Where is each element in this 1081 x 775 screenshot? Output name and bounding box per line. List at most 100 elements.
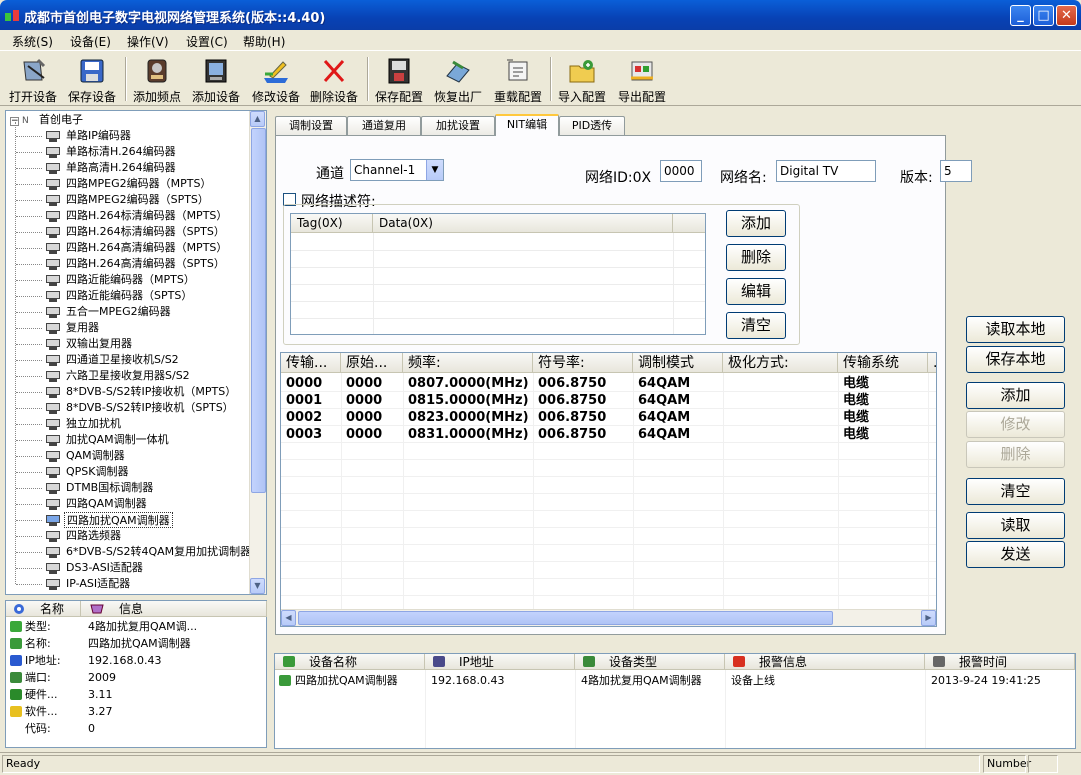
import-config-button[interactable]: 导入配置: [554, 56, 610, 106]
scroll-right-button[interactable]: ▶: [921, 610, 936, 626]
tree-item[interactable]: 复用器: [64, 320, 101, 336]
info-header-value[interactable]: 信息: [81, 601, 267, 617]
ts-scroll-thumb[interactable]: [298, 611, 833, 625]
open-device-button[interactable]: 打开设备: [6, 56, 60, 106]
ts-header-cell[interactable]: 调制模式: [633, 353, 723, 373]
add-frequency-button[interactable]: 添加频点: [129, 56, 185, 106]
tree-item[interactable]: 五合一MPEG2编码器: [64, 304, 173, 320]
tree-item[interactable]: 四路近能编码器（MPTS）: [64, 272, 197, 288]
clear-button[interactable]: 清空: [966, 478, 1065, 505]
save-config-button[interactable]: 保存配置: [371, 56, 427, 106]
send-button[interactable]: 发送: [966, 541, 1065, 568]
save-local-button[interactable]: 保存本地: [966, 346, 1065, 373]
tab-modulation-settings[interactable]: 调制设置: [275, 116, 347, 135]
network-id-input[interactable]: 0000: [660, 160, 702, 182]
transport-stream-table[interactable]: 传输...原始...频率:符号率:调制模式极化方式:传输系统... 0000 00…: [280, 352, 937, 627]
ts-header-cell[interactable]: ...: [928, 353, 936, 373]
read-local-button[interactable]: 读取本地: [966, 316, 1065, 343]
tree-item[interactable]: 四路加扰QAM调制器: [64, 512, 173, 528]
title-bar[interactable]: 成都市首创电子数字电视网络管理系统(版本::4.40) _ □ ✕: [0, 0, 1081, 30]
tree-item[interactable]: 单路标清H.264编码器: [64, 144, 178, 160]
tree-item[interactable]: 四路MPEG2编码器（SPTS）: [64, 192, 211, 208]
menu-operation[interactable]: 操作(V): [127, 33, 169, 50]
add-device-button[interactable]: 添加设备: [188, 56, 244, 106]
save-device-button[interactable]: 保存设备: [64, 56, 120, 106]
tree-item[interactable]: 6*DVB-S/S2转4QAM复用加扰调制器: [64, 544, 253, 560]
menu-system[interactable]: 系统(S): [12, 33, 53, 50]
ts-header-cell[interactable]: 符号率:: [533, 353, 633, 373]
tree-item[interactable]: 四路MPEG2编码器（MPTS）: [64, 176, 213, 192]
channel-select[interactable]: Channel-1 ▼: [350, 159, 444, 181]
menu-device[interactable]: 设备(E): [70, 33, 111, 50]
tree-item[interactable]: IP-ASI适配器: [64, 576, 132, 592]
export-config-button[interactable]: 导出配置: [614, 56, 670, 106]
alarm-row[interactable]: 四路加扰QAM调制器 192.168.0.43 4路加扰复用QAM调制器 设备上线 20…: [275, 672, 1075, 689]
tree-item[interactable]: 四路近能编码器（SPTS）: [64, 288, 194, 304]
menu-settings[interactable]: 设置(C): [186, 33, 228, 50]
tab-channel-multiplex[interactable]: 通道复用: [347, 116, 421, 135]
version-input[interactable]: 5: [940, 160, 972, 182]
delete-button[interactable]: 删除: [966, 441, 1065, 468]
network-name-input[interactable]: Digital TV: [776, 160, 876, 182]
read-button[interactable]: 读取: [966, 512, 1065, 539]
descriptor-header-data[interactable]: Data(0X): [373, 214, 673, 233]
menu-help[interactable]: 帮助(H): [243, 33, 285, 50]
scroll-left-button[interactable]: ◀: [281, 610, 296, 626]
device-tree[interactable]: − N 首创电子 单路IP编码器 单路标清H.264编码器 单路高清H.264编码器 四路M…: [5, 110, 267, 595]
tree-item[interactable]: QPSK调制器: [64, 464, 131, 480]
tab-scramble-settings[interactable]: 加扰设置: [421, 116, 495, 135]
tab-pid-passthrough[interactable]: PID透传: [559, 116, 625, 135]
scroll-thumb[interactable]: [251, 128, 266, 493]
tab-nit-edit[interactable]: NIT编辑: [495, 114, 559, 136]
scroll-up-button[interactable]: ▲: [250, 111, 265, 127]
ts-header-cell[interactable]: 频率:: [403, 353, 533, 373]
delete-device-button[interactable]: 删除设备: [306, 56, 362, 106]
reload-config-button[interactable]: 重载配置: [490, 56, 546, 106]
descriptor-delete-button[interactable]: 删除: [726, 244, 786, 271]
tree-item[interactable]: 六路卫星接收复用器S/S2: [64, 368, 192, 384]
tree-item[interactable]: 8*DVB-S/S2转IP接收机（SPTS）: [64, 400, 236, 416]
tree-root[interactable]: − N 首创电子: [10, 112, 83, 128]
tree-item[interactable]: 四路H.264标清编码器（SPTS）: [64, 224, 227, 240]
tree-item[interactable]: 独立加扰机: [64, 416, 123, 432]
ts-header-cell[interactable]: 原始...: [341, 353, 403, 373]
ts-header-cell[interactable]: 极化方式:: [723, 353, 838, 373]
ts-horizontal-scrollbar[interactable]: ◀ ▶: [281, 609, 936, 626]
info-header-name[interactable]: 名称: [6, 601, 81, 617]
tree-item[interactable]: 四路选频器: [64, 528, 123, 544]
tree-item[interactable]: 四路H.264标清编码器（MPTS）: [64, 208, 229, 224]
modify-button[interactable]: 修改: [966, 411, 1065, 438]
alarm-header-cell[interactable]: 设备名称: [275, 654, 425, 670]
tree-vertical-scrollbar[interactable]: ▲ ▼: [249, 111, 266, 594]
chevron-down-icon[interactable]: ▼: [426, 160, 443, 180]
tree-item[interactable]: QAM调制器: [64, 448, 127, 464]
tree-item[interactable]: 四路H.264高清编码器（MPTS）: [64, 240, 229, 256]
edit-device-button[interactable]: 修改设备: [248, 56, 304, 106]
tree-item[interactable]: 四通道卫星接收机S/S2: [64, 352, 181, 368]
descriptor-clear-button[interactable]: 清空: [726, 312, 786, 339]
scroll-down-button[interactable]: ▼: [250, 578, 265, 594]
alarm-table[interactable]: 设备名称 IP地址 设备类型 报警信息 报警时间 四路加扰QAM调制器 192.168.0…: [274, 653, 1076, 749]
close-button[interactable]: ✕: [1056, 5, 1077, 26]
descriptor-header-tag[interactable]: Tag(0X): [291, 214, 373, 233]
descriptor-edit-button[interactable]: 编辑: [726, 278, 786, 305]
ts-header-cell[interactable]: 传输...: [281, 353, 341, 373]
tree-item[interactable]: 加扰QAM调制一体机: [64, 432, 171, 448]
add-button[interactable]: 添加: [966, 382, 1065, 409]
maximize-button[interactable]: □: [1033, 5, 1054, 26]
alarm-header-cell[interactable]: IP地址: [425, 654, 575, 670]
descriptor-table[interactable]: Tag(0X) Data(0X): [290, 213, 706, 335]
descriptor-add-button[interactable]: 添加: [726, 210, 786, 237]
ts-header-cell[interactable]: 传输系统: [838, 353, 928, 373]
alarm-header-cell[interactable]: 报警信息: [725, 654, 925, 670]
alarm-header-cell[interactable]: 设备类型: [575, 654, 725, 670]
minimize-button[interactable]: _: [1010, 5, 1031, 26]
tree-item[interactable]: DTMB国标调制器: [64, 480, 155, 496]
tree-item[interactable]: 单路高清H.264编码器: [64, 160, 178, 176]
tree-item[interactable]: 单路IP编码器: [64, 128, 133, 144]
factory-reset-button[interactable]: 恢复出厂: [430, 56, 486, 106]
tree-item[interactable]: 四路QAM调制器: [64, 496, 149, 512]
tree-item[interactable]: 四路H.264高清编码器（SPTS）: [64, 256, 227, 272]
tree-item[interactable]: 8*DVB-S/S2转IP接收机（MPTS）: [64, 384, 238, 400]
alarm-header-cell[interactable]: 报警时间: [925, 654, 1075, 670]
